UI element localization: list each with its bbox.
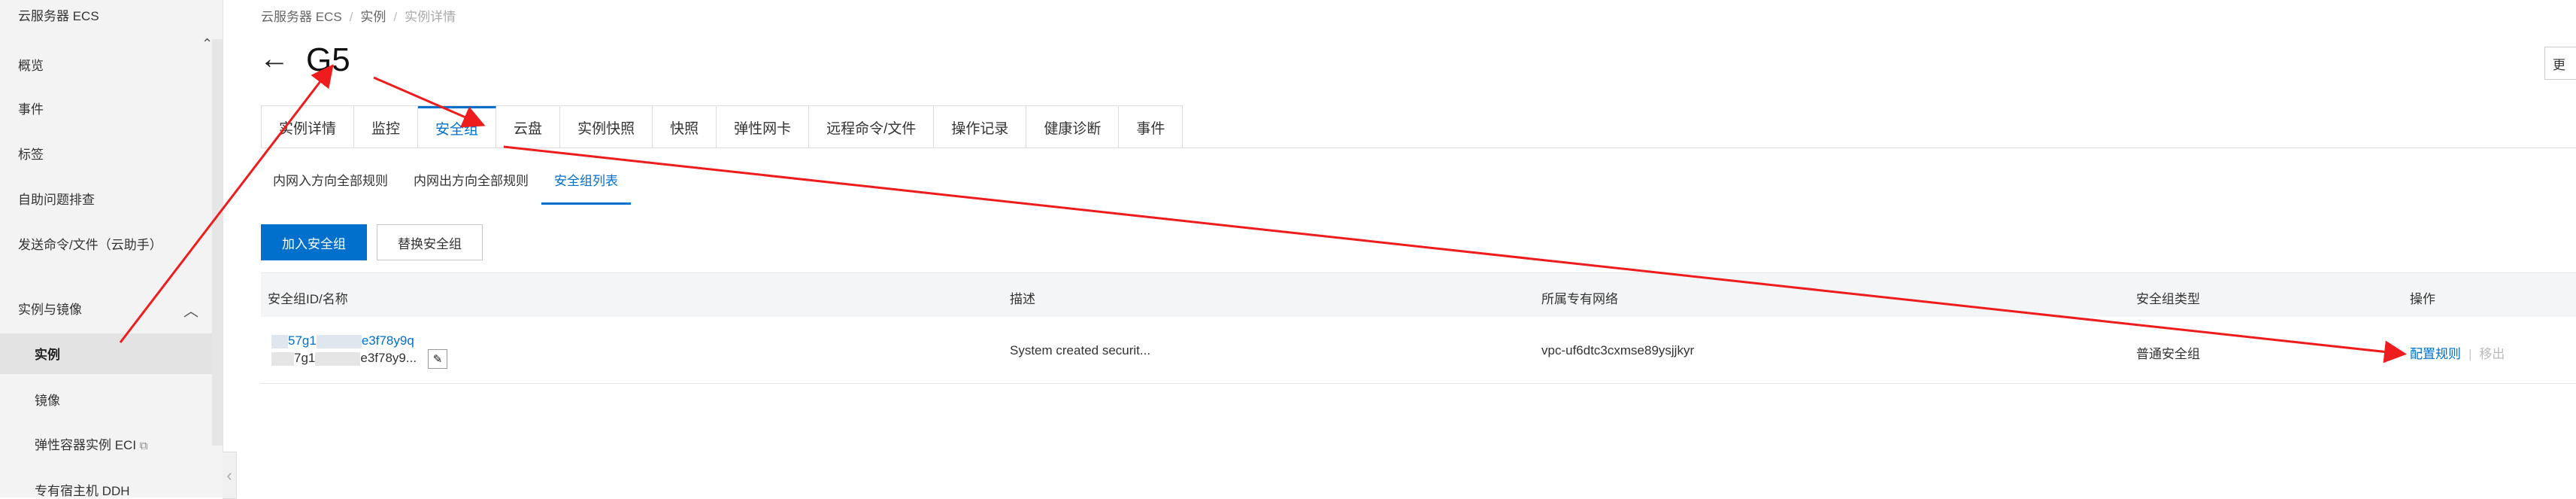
column-header-type: 安全组类型 bbox=[2136, 292, 2200, 306]
breadcrumb-item-current: 实例详情 bbox=[405, 10, 456, 24]
column-header-description: 描述 bbox=[1010, 292, 1035, 306]
back-arrow-icon[interactable]: ← bbox=[259, 44, 289, 74]
tab-remote-commands[interactable]: 远程命令/文件 bbox=[809, 106, 935, 148]
security-group-id-link[interactable]: 57g1 e3f78y9q bbox=[271, 333, 414, 348]
table-row: 57g1 e3f78y9q 7g1 e3f78y9... ✎ System crea… bbox=[261, 317, 2576, 384]
column-header-id-name: 安全组ID/名称 bbox=[268, 292, 348, 306]
security-group-name-start: 7g1 bbox=[294, 351, 316, 365]
security-group-id-end: e3f78y9q bbox=[361, 333, 414, 348]
sidebar-item-images[interactable]: 镜像 bbox=[35, 390, 60, 409]
breadcrumb: 云服务器 ECS / 实例 / 实例详情 bbox=[261, 10, 456, 24]
sidebar: 云服务器 ECS ⌃ 概览 事件 标签 自助问题排查 发送命令/文件（云助手） … bbox=[0, 0, 223, 499]
redacted-block bbox=[271, 334, 288, 348]
sidebar-collapse-handle[interactable]: ‹ bbox=[223, 452, 237, 499]
sidebar-active-highlight bbox=[0, 333, 212, 374]
chevron-left-icon: ‹ bbox=[226, 465, 232, 485]
sidebar-item-tags[interactable]: 标签 bbox=[18, 144, 44, 163]
sidebar-item-send-command[interactable]: 发送命令/文件（云助手） bbox=[18, 234, 162, 253]
sidebar-group-instances-images[interactable]: 实例与镜像 bbox=[18, 299, 82, 318]
tab-events[interactable]: 事件 bbox=[1119, 106, 1182, 148]
chevron-up-icon[interactable]: ︿ bbox=[183, 299, 199, 321]
sidebar-scrollbar[interactable] bbox=[212, 39, 223, 446]
tab-instance-details[interactable]: 实例详情 bbox=[262, 106, 355, 148]
actions-cell: 配置规则 | 移出 bbox=[2410, 343, 2505, 362]
sidebar-item-instances[interactable]: 实例 bbox=[35, 344, 60, 363]
tab-operation-logs[interactable]: 操作记录 bbox=[934, 106, 1027, 148]
remove-link[interactable]: 移出 bbox=[2479, 347, 2505, 361]
subtab-security-group-list[interactable]: 安全组列表 bbox=[541, 170, 631, 205]
security-group-name: 7g1 e3f78y9... bbox=[271, 351, 417, 366]
sidebar-item-troubleshoot[interactable]: 自助问题排查 bbox=[18, 189, 95, 208]
vpc-cell[interactable]: vpc-uf6dtc3cxmse89ysjjkyr bbox=[1541, 343, 1694, 358]
chevron-up-icon[interactable]: ⌃ bbox=[202, 36, 213, 52]
redacted-block bbox=[316, 334, 362, 348]
subtab-inbound-rules[interactable]: 内网入方向全部规则 bbox=[261, 170, 401, 205]
add-security-group-button[interactable]: 加入安全组 bbox=[261, 224, 367, 260]
edit-pencil-icon[interactable]: ✎ bbox=[428, 349, 447, 369]
replace-security-group-button[interactable]: 替换安全组 bbox=[377, 224, 483, 260]
sidebar-item-eci[interactable]: 弹性容器实例 ECI ⧉ bbox=[35, 434, 148, 453]
sidebar-item-events[interactable]: 事件 bbox=[18, 99, 44, 117]
type-cell: 普通安全组 bbox=[2136, 347, 2200, 361]
security-group-name-end: e3f78y9... bbox=[360, 351, 417, 365]
sidebar-item-eci-label: 弹性容器实例 ECI bbox=[35, 438, 137, 452]
security-group-id-start: 57g1 bbox=[288, 333, 317, 348]
tab-disks[interactable]: 云盘 bbox=[496, 106, 561, 148]
tab-monitoring[interactable]: 监控 bbox=[354, 106, 419, 148]
redacted-block bbox=[315, 351, 361, 366]
external-link-icon: ⧉ bbox=[139, 440, 148, 452]
subtab-outbound-rules[interactable]: 内网出方向全部规则 bbox=[401, 170, 541, 205]
tab-health-diagnosis[interactable]: 健康诊断 bbox=[1026, 106, 1120, 148]
table-header: 安全组ID/名称 描述 所属专有网络 安全组类型 操作 bbox=[261, 272, 2576, 318]
subtab-bar: 内网入方向全部规则 内网出方向全部规则 安全组列表 bbox=[261, 170, 631, 205]
column-header-actions: 操作 bbox=[2410, 292, 2435, 306]
tab-bar: 实例详情 监控 安全组 云盘 实例快照 快照 弹性网卡 远程命令/文件 操作记录… bbox=[261, 105, 1183, 148]
redacted-block bbox=[271, 351, 294, 366]
page-title: G5 bbox=[306, 41, 350, 78]
tab-eni[interactable]: 弹性网卡 bbox=[717, 106, 810, 148]
column-header-vpc: 所属专有网络 bbox=[1541, 292, 1618, 306]
description-cell: System created securit... bbox=[1010, 343, 1151, 358]
sidebar-header: 云服务器 ECS bbox=[18, 9, 99, 23]
configure-rules-link[interactable]: 配置规则 bbox=[2410, 347, 2461, 361]
tab-security-groups[interactable]: 安全组 bbox=[418, 106, 497, 148]
top-right-button[interactable]: 更 bbox=[2544, 47, 2576, 80]
sidebar-item-ddh[interactable]: 专有宿主机 DDH bbox=[35, 480, 130, 499]
tab-snapshots[interactable]: 快照 bbox=[653, 106, 717, 148]
sidebar-item-overview[interactable]: 概览 bbox=[18, 55, 44, 74]
tab-instance-snapshots[interactable]: 实例快照 bbox=[560, 106, 653, 148]
action-separator: | bbox=[2468, 347, 2472, 361]
breadcrumb-item-instances[interactable]: 实例 bbox=[360, 10, 386, 24]
breadcrumb-item-ecs[interactable]: 云服务器 ECS bbox=[261, 10, 342, 24]
